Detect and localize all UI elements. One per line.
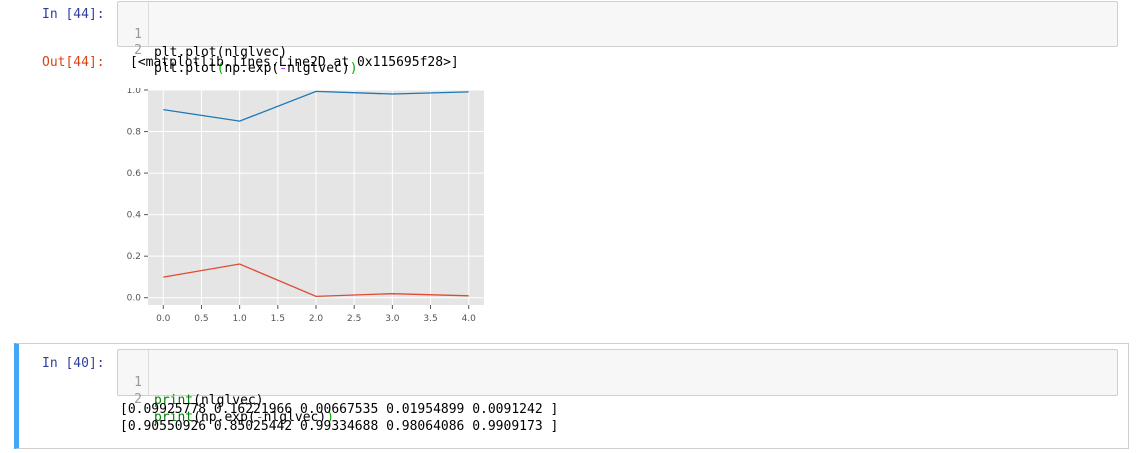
code-line-2: 2 plt.plot(np.exp(-nlglvec)) bbox=[118, 24, 1117, 76]
x-tick-label: 3.0 bbox=[385, 314, 400, 324]
code-cell-44-editor[interactable]: 1 plt.plot(nlglvec) 2 plt.plot(np.exp(-n… bbox=[117, 1, 1118, 76]
output-repr-text: [<matplotlib.lines.Line2D at 0x115695f28… bbox=[130, 55, 459, 70]
x-tick-label: 2.5 bbox=[347, 314, 361, 324]
code-line-1: 1 print(nlglvec) bbox=[118, 356, 1117, 408]
x-tick-label: 3.5 bbox=[423, 314, 437, 324]
y-tick-label: 0.2 bbox=[127, 252, 141, 262]
x-tick-label: 1.0 bbox=[232, 314, 247, 324]
code-cell-40-editor[interactable]: 1 print(nlglvec) 2 print(np.exp(-nlglvec… bbox=[117, 349, 1118, 425]
out-prompt-44: Out[44]: bbox=[42, 55, 105, 70]
y-tick-label: 0.6 bbox=[127, 169, 142, 179]
stdout-line-2: [0.90550926 0.85025442 0.99334688 0.9806… bbox=[120, 419, 559, 434]
line-chart-output: 0.0 0.2 0.4 0.6 0.8 1.0 0.0 0.5 1.0 1.5 2.0 2.5 3.0 3… bbox=[127, 88, 484, 324]
y-tick-label: 0.0 bbox=[127, 294, 142, 304]
y-tick-label: 1.0 bbox=[127, 88, 142, 96]
x-tick-label: 1.5 bbox=[271, 314, 285, 324]
x-tick-label: 0.0 bbox=[156, 314, 171, 324]
x-tick-label: 2.0 bbox=[309, 314, 324, 324]
y-tick-label: 0.8 bbox=[127, 128, 142, 138]
x-tick-label: 4.0 bbox=[462, 314, 477, 324]
stdout-line-1: [0.09925778 0.16221966 0.00667535 0.0195… bbox=[120, 402, 559, 417]
y-tick-label: 0.4 bbox=[127, 211, 142, 221]
code-line-2: 2 print(np.exp(-nlglvec)) bbox=[118, 373, 1117, 425]
in-prompt-44: In [44]: bbox=[42, 7, 105, 22]
x-tick-label: 0.5 bbox=[194, 314, 208, 324]
in-prompt-40: In [40]: bbox=[42, 356, 105, 371]
